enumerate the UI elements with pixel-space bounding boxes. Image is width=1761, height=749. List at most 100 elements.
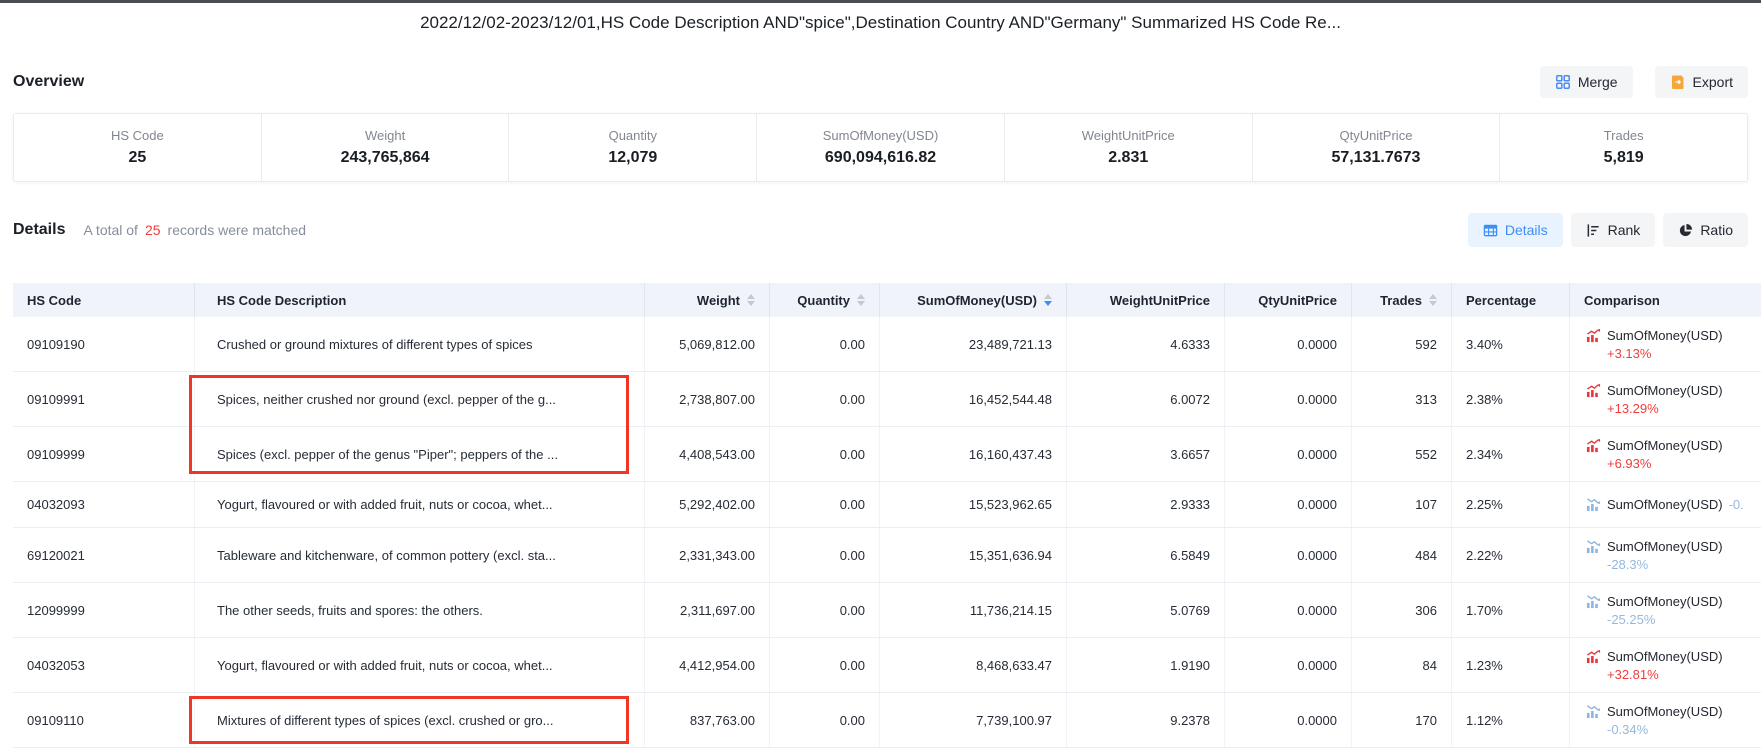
comparison-cell: SumOfMoney(USD) -0.34% -0.34% xyxy=(1570,693,1761,747)
percentage-cell: 2.25% xyxy=(1452,482,1570,527)
percentage-cell: 1.23% xyxy=(1452,638,1570,692)
trend-up-icon xyxy=(1586,649,1601,664)
column-header-percentage: Percentage xyxy=(1452,283,1570,317)
hs-code-description-cell: Mixtures of different types of spices (e… xyxy=(195,693,645,747)
quantity-cell: 0.00 xyxy=(770,482,880,527)
comparison-cell: SumOfMoney(USD) +6.93% +6.93% xyxy=(1570,427,1761,481)
hs-code-description-cell: Tableware and kitchenware, of common pot… xyxy=(195,528,645,582)
percentage-cell: 3.40% xyxy=(1452,317,1570,371)
comparison-change: -28.3% xyxy=(1586,557,1723,572)
trades-cell: 552 xyxy=(1352,427,1452,481)
comparison-change: +6.93% xyxy=(1586,456,1723,471)
weight-cell: 4,408,543.00 xyxy=(645,427,770,481)
pie-chart-icon xyxy=(1678,223,1693,238)
hs-code-cell: 69120021 xyxy=(13,528,195,582)
comparison-metric-label: SumOfMoney(USD) xyxy=(1607,649,1723,664)
weight-cell: 4,412,954.00 xyxy=(645,638,770,692)
hs-code-description-cell: Spices, neither crushed nor ground (excl… xyxy=(195,372,645,426)
comparison-change: -25.25% xyxy=(1586,612,1723,627)
table-header-row: HS Code HS Code Description Weight Quant… xyxy=(13,283,1761,317)
page-title: 2022/12/02-2023/12/01,HS Code Descriptio… xyxy=(0,3,1761,40)
column-header-weight[interactable]: Weight xyxy=(645,283,770,317)
table-row: 09109999 Spices (excl. pepper of the gen… xyxy=(13,427,1761,482)
trend-up-icon xyxy=(1586,383,1601,398)
weight-unit-price-cell: 3.6657 xyxy=(1067,427,1225,481)
merge-button[interactable]: Merge xyxy=(1540,66,1633,98)
trades-cell: 306 xyxy=(1352,583,1452,637)
weight-unit-price-cell: 9.2378 xyxy=(1067,693,1225,747)
merge-grid-icon xyxy=(1555,74,1571,90)
sum-of-money-cell: 15,351,636.94 xyxy=(880,528,1067,582)
quantity-cell: 0.00 xyxy=(770,372,880,426)
hs-code-cell: 09109110 xyxy=(13,693,195,747)
trades-cell: 170 xyxy=(1352,693,1452,747)
percentage-cell: 2.22% xyxy=(1452,528,1570,582)
trades-cell: 107 xyxy=(1352,482,1452,527)
table-row: 09109991 Spices, neither crushed nor gro… xyxy=(13,372,1761,427)
column-header-quantity[interactable]: Quantity xyxy=(770,283,880,317)
table-body: 09109190 Crushed or ground mixtures of d… xyxy=(13,317,1761,748)
weight-cell: 2,311,697.00 xyxy=(645,583,770,637)
trend-down-icon xyxy=(1586,539,1601,554)
trades-cell: 484 xyxy=(1352,528,1452,582)
comparison-metric-label: SumOfMoney(USD) xyxy=(1607,383,1723,398)
hs-code-cell: 09109999 xyxy=(13,427,195,481)
weight-cell: 5,069,812.00 xyxy=(645,317,770,371)
comparison-metric-label: SumOfMoney(USD) xyxy=(1607,497,1723,512)
comparison-metric-label: SumOfMoney(USD) xyxy=(1607,704,1723,719)
stat-weight: Weight243,765,864 xyxy=(262,114,510,181)
comparison-metric-label: SumOfMoney(USD) xyxy=(1607,328,1723,343)
weight-cell: 5,292,402.00 xyxy=(645,482,770,527)
comparison-cell: SumOfMoney(USD) +32.81% +32.81% xyxy=(1570,638,1761,692)
merge-button-label: Merge xyxy=(1578,74,1618,90)
stat-quantity: Quantity12,079 xyxy=(509,114,757,181)
hs-code-description-cell: Yogurt, flavoured or with added fruit, n… xyxy=(195,482,645,527)
table-grid-icon xyxy=(1483,223,1498,238)
trend-up-icon xyxy=(1586,328,1601,343)
details-table: HS Code HS Code Description Weight Quant… xyxy=(13,283,1761,749)
sum-of-money-cell: 8,468,633.47 xyxy=(880,638,1067,692)
hs-code-cell: 12099999 xyxy=(13,583,195,637)
table-row: 04032053 Yogurt, flavoured or with added… xyxy=(13,638,1761,693)
hs-code-cell: 04032053 xyxy=(13,638,195,692)
match-summary: A total of25records were matched xyxy=(83,222,306,238)
percentage-cell: 2.38% xyxy=(1452,372,1570,426)
weight-cell: 2,738,807.00 xyxy=(645,372,770,426)
qty-unit-price-cell: 0.0000 xyxy=(1225,372,1352,426)
rank-bars-icon xyxy=(1586,223,1601,238)
hs-code-description-cell: Crushed or ground mixtures of different … xyxy=(195,317,645,371)
sum-of-money-cell: 7,739,100.97 xyxy=(880,693,1067,747)
comparison-metric-label: SumOfMoney(USD) xyxy=(1607,539,1723,554)
qty-unit-price-cell: 0.0000 xyxy=(1225,482,1352,527)
view-tab-details[interactable]: Details xyxy=(1468,213,1563,247)
sum-of-money-cell: 16,452,544.48 xyxy=(880,372,1067,426)
details-header-bar: Details A total of25records were matched… xyxy=(13,210,1748,250)
qty-unit-price-cell: 0.0000 xyxy=(1225,427,1352,481)
sum-of-money-cell: 11,736,214.15 xyxy=(880,583,1067,637)
view-tab-ratio[interactable]: Ratio xyxy=(1663,213,1748,247)
trend-down-icon xyxy=(1586,704,1601,719)
weight-unit-price-cell: 2.9333 xyxy=(1067,482,1225,527)
qty-unit-price-cell: 0.0000 xyxy=(1225,583,1352,637)
trend-up-icon xyxy=(1586,438,1601,453)
match-count: 25 xyxy=(145,222,161,238)
export-button[interactable]: Export xyxy=(1655,66,1748,98)
comparison-change: +32.81% xyxy=(1586,667,1723,682)
table-row: 04032093 Yogurt, flavoured or with added… xyxy=(13,482,1761,528)
quantity-cell: 0.00 xyxy=(770,317,880,371)
weight-unit-price-cell: 1.9190 xyxy=(1067,638,1225,692)
column-header-sum-of-money[interactable]: SumOfMoney(USD) xyxy=(880,283,1067,317)
sum-of-money-cell: 16,160,437.43 xyxy=(880,427,1067,481)
trades-cell: 592 xyxy=(1352,317,1452,371)
sort-carets-icon xyxy=(747,294,755,306)
comparison-cell: SumOfMoney(USD) -25.25% -25.25% xyxy=(1570,583,1761,637)
column-header-weight-unit-price: WeightUnitPrice xyxy=(1067,283,1225,317)
table-row: 69120021 Tableware and kitchenware, of c… xyxy=(13,528,1761,583)
sort-carets-icon xyxy=(857,294,865,306)
trades-cell: 313 xyxy=(1352,372,1452,426)
comparison-metric-label: SumOfMoney(USD) xyxy=(1607,438,1723,453)
view-tab-rank[interactable]: Rank xyxy=(1571,213,1656,247)
column-header-trades[interactable]: Trades xyxy=(1352,283,1452,317)
weight-unit-price-cell: 6.0072 xyxy=(1067,372,1225,426)
column-header-comparison: Comparison xyxy=(1570,283,1761,317)
